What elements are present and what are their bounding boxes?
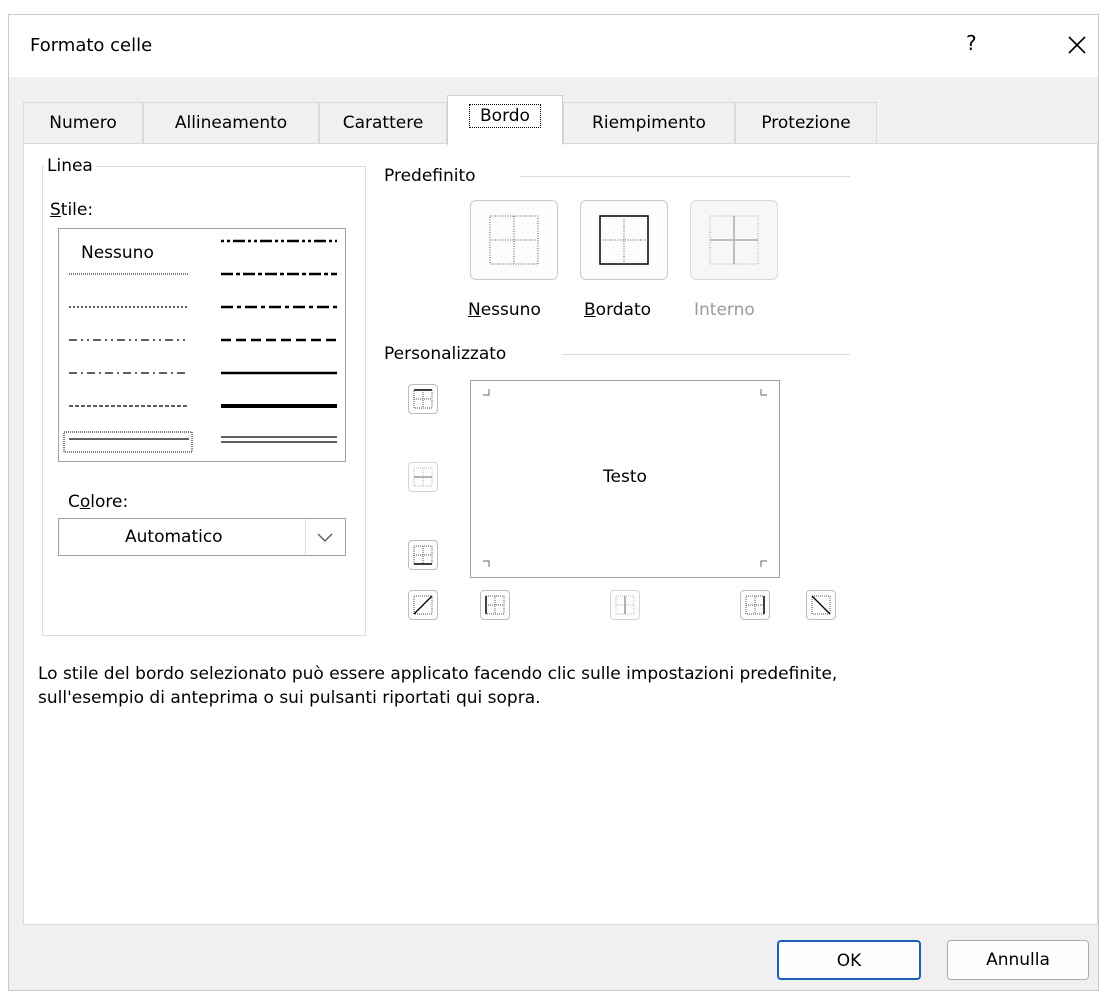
label-text: essuno: [480, 300, 541, 320]
preset-nessuno-button[interactable]: [470, 200, 558, 280]
border-diagonal-up-button[interactable]: [408, 590, 438, 620]
predefinito-label: Predefinito: [384, 166, 476, 186]
border-top-icon: [413, 389, 433, 409]
tab-panel-bordo: Linea Stile: Nessuno Colore: Automatico …: [23, 143, 1098, 925]
personalizzato-separator: [562, 354, 850, 355]
preset-interno-button[interactable]: [690, 200, 778, 280]
dropdown-divider: [305, 519, 306, 555]
accel-key: B: [584, 300, 596, 320]
preset-interno-label: Interno: [694, 300, 755, 320]
label-text: lore:: [90, 492, 129, 512]
help-button[interactable]: ?: [966, 31, 977, 55]
ok-button[interactable]: OK: [777, 940, 921, 980]
accel-key: o: [79, 492, 91, 512]
border-bottom-button[interactable]: [408, 540, 438, 570]
border-inside-vertical-icon: [615, 595, 635, 615]
border-none-icon: [489, 215, 539, 265]
tab-bordo[interactable]: Bordo: [447, 95, 563, 145]
tab-label: Numero: [49, 113, 117, 133]
predefinito-separator: [520, 176, 850, 177]
tab-numero[interactable]: Numero: [23, 102, 143, 144]
border-bottom-icon: [413, 545, 433, 565]
close-icon: [1068, 36, 1086, 54]
accel-key: N: [468, 300, 481, 320]
color-value: Automatico: [125, 527, 223, 547]
line-style-list[interactable]: Nessuno: [58, 228, 346, 462]
border-left-icon: [485, 595, 505, 615]
help-text-line-1: Lo stile del bordo selezionato può esser…: [38, 664, 838, 684]
label-text: ordato: [595, 300, 652, 320]
label-text: tile:: [60, 200, 94, 220]
help-text-line-2: sull'esempio di anteprima o sui pulsanti…: [38, 688, 541, 708]
border-middle-horizontal-button[interactable]: [408, 462, 438, 492]
preset-bordato-label: Bordato: [584, 300, 651, 320]
border-inside-horizontal-icon: [413, 467, 433, 487]
border-middle-vertical-button[interactable]: [610, 590, 640, 620]
title-bar: Formato celle ?: [9, 15, 1098, 77]
selection-focus: [63, 431, 193, 453]
preset-nessuno-label: Nessuno: [468, 300, 541, 320]
stile-label: Stile:: [50, 200, 93, 220]
tab-label: Protezione: [761, 113, 851, 133]
border-top-button[interactable]: [408, 384, 438, 414]
tab-riempimento[interactable]: Riempimento: [563, 102, 735, 144]
linea-group-label: Linea: [44, 156, 96, 176]
preview-text: Testo: [603, 467, 647, 487]
border-left-button[interactable]: [480, 590, 510, 620]
tab-allineamento[interactable]: Allineamento: [143, 102, 319, 144]
diagonal-down-icon: [811, 595, 831, 615]
cancel-button[interactable]: Annulla: [947, 940, 1089, 980]
border-outline-icon: [599, 215, 649, 265]
dialog-title: Formato celle: [30, 35, 153, 56]
chevron-down-icon[interactable]: [315, 529, 335, 545]
format-cells-dialog: Formato celle ? Numero Allineamento Cara…: [8, 14, 1099, 991]
diagonal-up-icon: [413, 595, 433, 615]
close-button[interactable]: [1057, 25, 1097, 65]
tab-label: Carattere: [342, 113, 424, 133]
tab-label: Allineamento: [174, 113, 288, 133]
border-right-button[interactable]: [740, 590, 770, 620]
border-right-icon: [745, 595, 765, 615]
color-dropdown[interactable]: Automatico: [58, 518, 346, 556]
personalizzato-label: Personalizzato: [384, 344, 507, 364]
tab-label: Riempimento: [592, 113, 706, 133]
colore-label: Colore:: [68, 492, 128, 512]
border-inside-icon: [709, 215, 759, 265]
label-text: C: [68, 492, 80, 512]
tab-label: Bordo: [469, 104, 541, 128]
border-diagonal-down-button[interactable]: [806, 590, 836, 620]
accel-key: S: [50, 200, 61, 220]
tab-carattere[interactable]: Carattere: [319, 102, 447, 144]
border-preview[interactable]: Testo: [470, 380, 780, 578]
tab-protezione[interactable]: Protezione: [735, 102, 877, 144]
line-style-samples[interactable]: [59, 229, 345, 461]
preset-bordato-button[interactable]: [580, 200, 668, 280]
